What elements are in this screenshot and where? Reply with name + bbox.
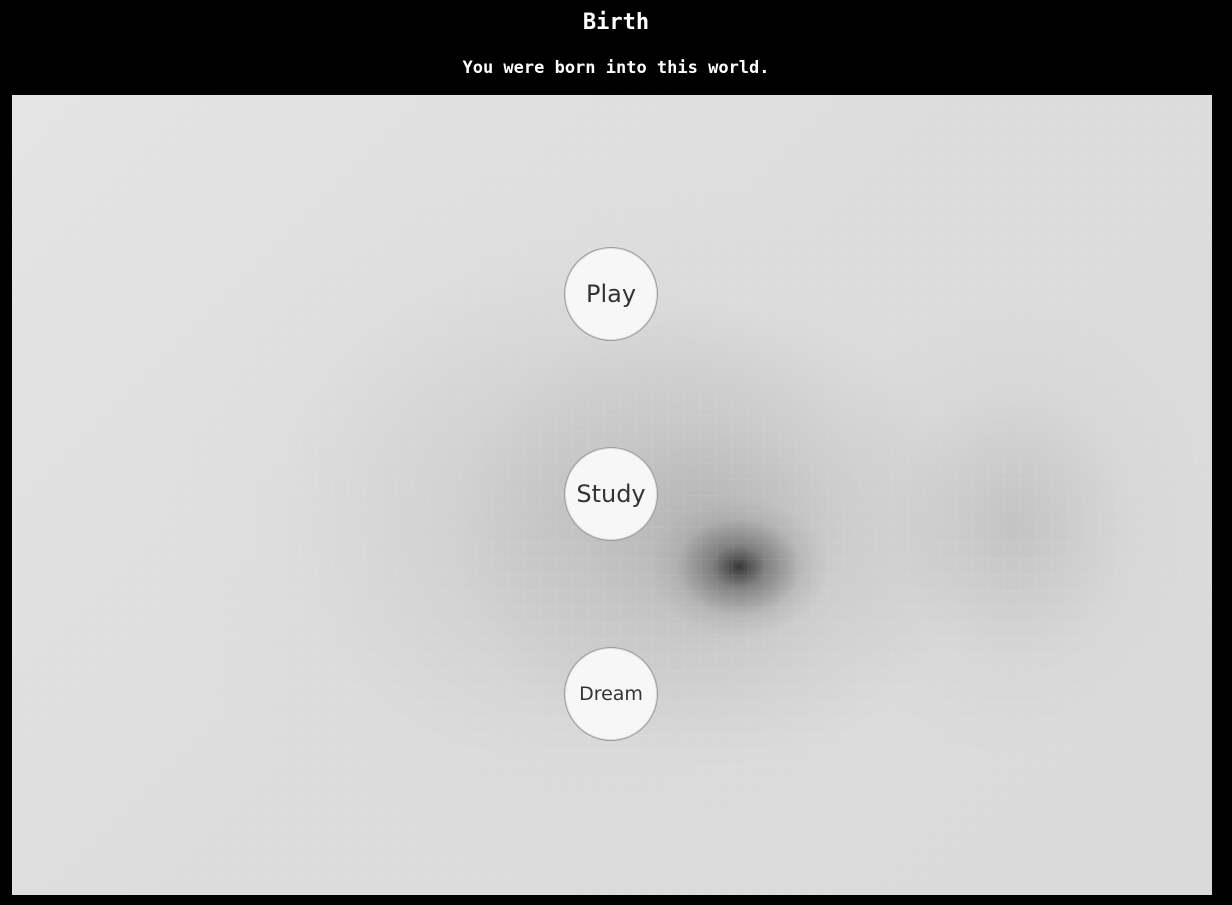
study-choice-label: Study	[576, 480, 646, 508]
play-choice-label: Play	[585, 280, 637, 308]
game-canvas: Play Study Dream	[12, 95, 1212, 895]
dream-choice-label: Dream	[579, 683, 643, 705]
study-choice-button[interactable]: Study	[564, 447, 658, 541]
scene-description: You were born into this world.	[462, 58, 770, 78]
dream-choice-button[interactable]: Dream	[564, 647, 658, 741]
play-choice-button[interactable]: Play	[564, 247, 658, 341]
scene-header: Birth You were born into this world.	[0, 0, 1232, 95]
scene-title: Birth	[582, 10, 650, 35]
